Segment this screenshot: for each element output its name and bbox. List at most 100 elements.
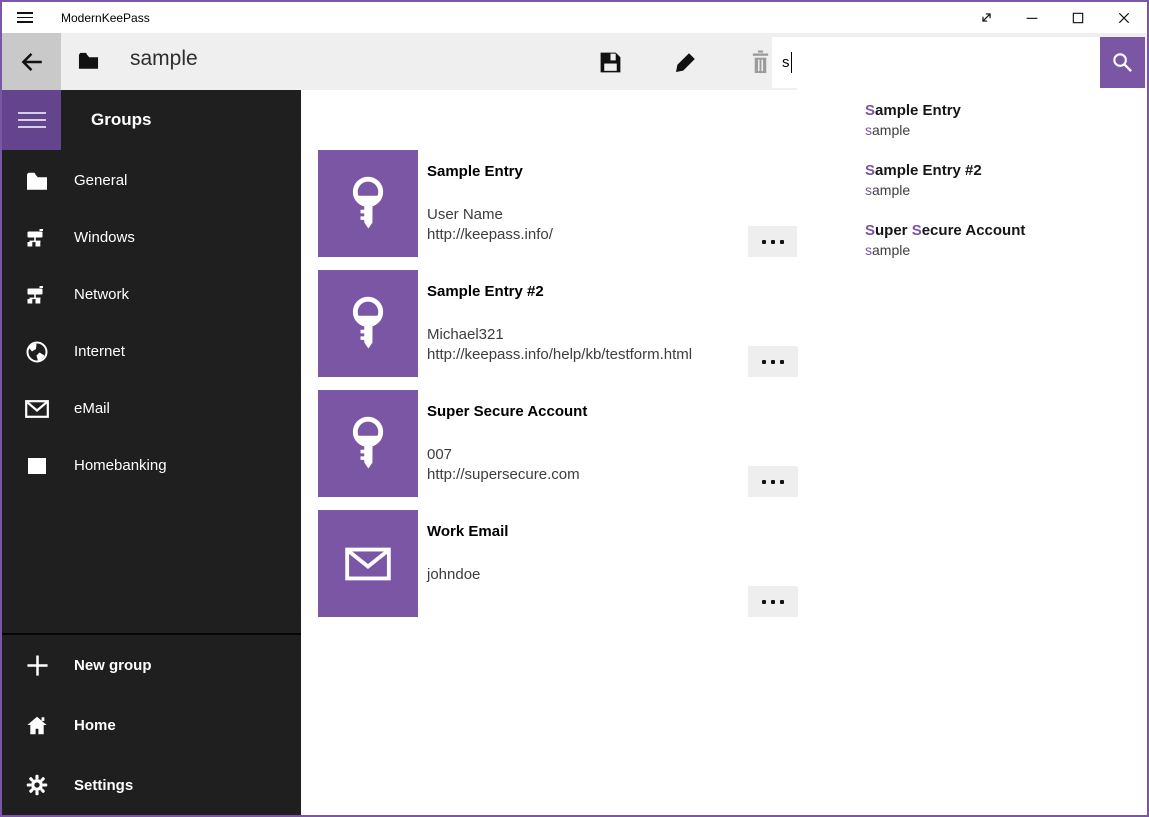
entry-more-button[interactable] (748, 346, 798, 377)
entry-more-button[interactable] (748, 226, 798, 257)
key-icon (344, 416, 392, 472)
nav-menu-button[interactable] (2, 90, 61, 150)
maximize-button[interactable] (1055, 2, 1101, 33)
sidebar-item-label: Windows (74, 229, 135, 246)
entry-text: Work Email johndoe (427, 510, 798, 585)
sidebar-item-email[interactable]: eMail (2, 380, 301, 437)
sidebar: Groups General (2, 90, 301, 815)
entry-username: Michael321 (427, 325, 798, 345)
entry-row-sample-entry-2[interactable]: Sample Entry #2 Michael321 http://keepas… (318, 270, 798, 377)
sidebar-item-label: New group (74, 657, 152, 674)
groups-list: General Windows (2, 152, 301, 494)
close-button[interactable] (1101, 2, 1147, 33)
suggestion-group: sample (865, 120, 1147, 141)
envelope-icon (25, 400, 49, 418)
sidebar-item-label: Network (74, 286, 129, 303)
sidebar-item-label: Home (74, 717, 116, 734)
titlebar: ModernKeePass (2, 2, 1147, 33)
hamburger-icon (17, 9, 33, 27)
entry-text: Sample Entry User Name http://keepass.in… (427, 150, 798, 245)
sidebar-item-label: Homebanking (74, 457, 167, 474)
save-button[interactable] (586, 37, 634, 87)
back-button[interactable] (2, 33, 61, 90)
window-controls (963, 2, 1147, 33)
sidebar-item-internet[interactable]: Internet (2, 323, 301, 380)
maximize-icon (1070, 10, 1086, 26)
key-icon (344, 296, 392, 352)
sidebar-item-label: Settings (74, 777, 133, 794)
search-input[interactable]: s (772, 37, 1100, 88)
entry-title: Sample Entry #2 (427, 283, 798, 300)
entry-url: http://keepass.info/help/kb/testform.htm… (427, 345, 798, 365)
sidebar-item-network[interactable]: Network (2, 266, 301, 323)
entry-title: Sample Entry (427, 163, 798, 180)
suggestion-sample-entry[interactable]: Sample Entry sample (797, 101, 1147, 161)
search-suggestions: Sample Entry sample Sample Entry #2 samp… (797, 88, 1147, 299)
entry-row-super-secure-account[interactable]: Super Secure Account 007 http://supersec… (318, 390, 798, 497)
entry-tile (318, 390, 418, 497)
envelope-icon (345, 547, 391, 581)
entry-username: johndoe (427, 565, 798, 585)
edit-button[interactable] (662, 37, 710, 87)
gear-icon (25, 774, 49, 796)
entry-more-button[interactable] (748, 466, 798, 497)
pencil-icon (674, 50, 698, 74)
entry-username: 007 (427, 445, 798, 465)
entry-tile (318, 510, 418, 617)
fullscreen-button[interactable] (963, 2, 1009, 33)
suggestion-title: Sample Entry (865, 101, 1147, 120)
home-icon (25, 715, 49, 736)
sidebar-item-windows[interactable]: Windows (2, 209, 301, 266)
titlebar-hamburger-icon[interactable] (2, 2, 47, 33)
sidebar-heading: Groups (91, 90, 151, 150)
minimize-button[interactable] (1009, 2, 1055, 33)
hamburger-icon (18, 107, 46, 133)
entry-tile (318, 150, 418, 257)
search-icon (1111, 51, 1134, 74)
plus-icon (25, 654, 49, 677)
globe-icon (25, 341, 49, 363)
trash-icon (749, 50, 772, 75)
app-title: ModernKeePass (61, 11, 150, 25)
text-caret (791, 52, 792, 73)
sidebar-item-label: General (74, 172, 127, 189)
save-icon (598, 50, 623, 75)
entry-url: http://supersecure.com (427, 465, 798, 485)
suggestion-group: sample (865, 180, 1147, 201)
folder-icon (25, 172, 49, 190)
entry-text: Super Secure Account 007 http://supersec… (427, 390, 798, 485)
key-icon (344, 176, 392, 232)
entry-title: Work Email (427, 523, 798, 540)
network-computer-icon (25, 228, 49, 248)
home-button[interactable]: Home (2, 695, 301, 755)
sidebar-item-homebanking[interactable]: Homebanking (2, 437, 301, 494)
entry-row-sample-entry[interactable]: Sample Entry User Name http://keepass.in… (318, 150, 798, 257)
close-icon (1116, 10, 1132, 26)
sidebar-footer: New group Home (2, 633, 301, 815)
settings-button[interactable]: Settings (2, 755, 301, 815)
app-window: ModernKeePass (0, 0, 1149, 817)
entry-tile (318, 270, 418, 377)
entry-username: User Name (427, 205, 798, 225)
minimize-icon (1024, 10, 1040, 26)
fullscreen-icon (978, 9, 995, 26)
sidebar-item-general[interactable]: General (2, 152, 301, 209)
command-bar: sample s (2, 33, 1147, 90)
entry-url: http://keepass.info/ (427, 225, 798, 245)
entry-title: Super Secure Account (427, 403, 798, 420)
group-folder-icon (78, 51, 99, 70)
sidebar-item-label: Internet (74, 343, 125, 360)
suggestion-super-secure-account[interactable]: Super Secure Account sample (797, 221, 1147, 281)
search-button[interactable] (1100, 37, 1145, 88)
entry-text: Sample Entry #2 Michael321 http://keepas… (427, 270, 798, 365)
suggestion-sample-entry-2[interactable]: Sample Entry #2 sample (797, 161, 1147, 221)
entry-row-work-email[interactable]: Work Email johndoe (318, 510, 798, 617)
suggestion-title: Sample Entry #2 (865, 161, 1147, 180)
network-computer-icon (25, 285, 49, 305)
suggestion-group: sample (865, 240, 1147, 261)
back-arrow-icon (19, 49, 45, 75)
new-group-button[interactable]: New group (2, 635, 301, 695)
suggestion-title: Super Secure Account (865, 221, 1147, 240)
square-icon (25, 458, 49, 474)
entry-more-button[interactable] (748, 586, 798, 617)
